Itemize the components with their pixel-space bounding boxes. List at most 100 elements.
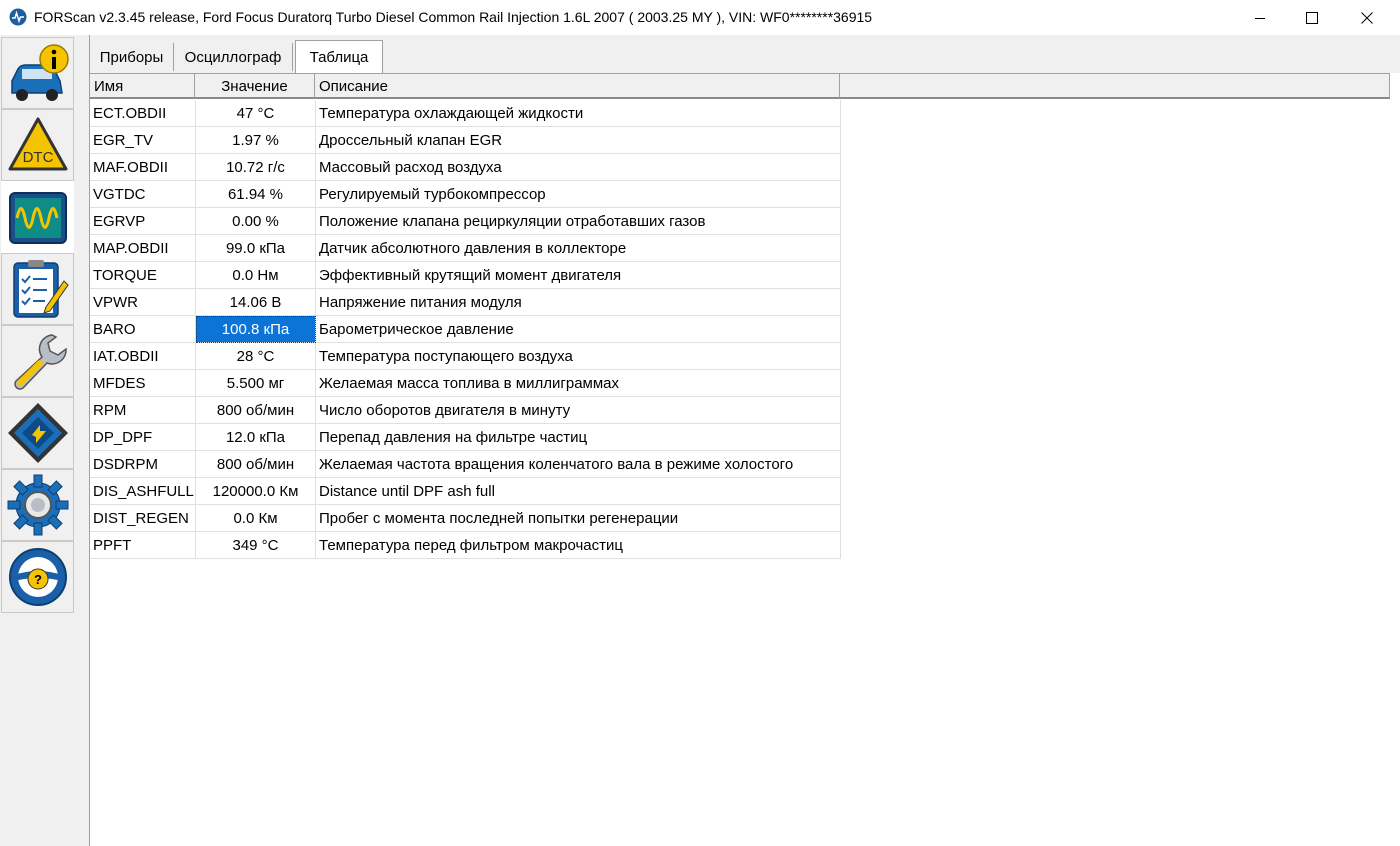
cell-value[interactable]: 349 °C <box>196 532 316 559</box>
cell-name[interactable]: MFDES <box>90 370 196 397</box>
cell-name[interactable]: ECT.OBDII <box>90 100 196 127</box>
cell-name[interactable]: MAP.OBDII <box>90 235 196 262</box>
cell-value[interactable]: 47 °C <box>196 100 316 127</box>
cell-description[interactable]: Барометрическое давление <box>316 316 841 343</box>
tab-oscilloscope[interactable]: Осциллограф <box>174 43 293 71</box>
cell-description[interactable]: Distance until DPF ash full <box>316 478 841 505</box>
table-row[interactable]: DP_DPF 12.0 кПа Перепад давления на фильтр… <box>90 424 841 451</box>
cell-value[interactable]: 800 об/мин <box>196 451 316 478</box>
cell-value[interactable]: 800 об/мин <box>196 397 316 424</box>
close-button[interactable] <box>1344 0 1390 35</box>
cell-description[interactable]: Пробег с момента последней попытки реген… <box>316 505 841 532</box>
cell-name[interactable]: DIS_ASHFULL <box>90 478 196 505</box>
cell-name[interactable]: BARO <box>90 316 196 343</box>
cell-description[interactable]: Дроссельный клапан EGR <box>316 127 841 154</box>
cell-name[interactable]: TORQUE <box>90 262 196 289</box>
oscilloscope-icon <box>8 192 67 244</box>
table-row[interactable]: MFDES 5.500 мг Желаемая масса топлива в ми… <box>90 370 841 397</box>
cell-name[interactable]: EGRVP <box>90 208 196 235</box>
cell-value[interactable]: 120000.0 Км <box>196 478 316 505</box>
cell-name[interactable]: EGR_TV <box>90 127 196 154</box>
cell-name[interactable]: RPM <box>90 397 196 424</box>
sidebar-item-configuration[interactable] <box>1 397 74 469</box>
column-header-description[interactable]: Описание <box>315 74 840 98</box>
cell-name[interactable]: MAF.OBDII <box>90 154 196 181</box>
cell-value[interactable]: 1.97 % <box>196 127 316 154</box>
cell-value[interactable]: 28 °C <box>196 343 316 370</box>
cell-value[interactable]: 5.500 мг <box>196 370 316 397</box>
close-icon <box>1361 11 1373 24</box>
sidebar-item-tests[interactable] <box>1 253 74 325</box>
column-header-filler <box>840 74 1390 98</box>
cell-value[interactable]: 0.0 Км <box>196 505 316 532</box>
column-header-name[interactable]: Имя <box>90 74 195 98</box>
cell-name[interactable]: PPFT <box>90 532 196 559</box>
table-row[interactable]: TORQUE 0.0 Нм Эффективный крутящий момент … <box>90 262 841 289</box>
gear-icon <box>7 474 68 536</box>
cell-name[interactable]: VPWR <box>90 289 196 316</box>
tab-table[interactable]: Таблица <box>295 40 383 73</box>
tab-bar: Приборы Осциллограф Таблица <box>90 35 1400 73</box>
table-row[interactable]: RPM 800 об/мин Число оборотов двигателя в … <box>90 397 841 424</box>
cell-description[interactable]: Массовый расход воздуха <box>316 154 841 181</box>
main-toolbar: DTC ? <box>0 35 90 846</box>
table-row[interactable]: MAF.OBDII 10.72 г/с Массовый расход воздух… <box>90 154 841 181</box>
sidebar-item-service[interactable] <box>1 325 74 397</box>
cell-description[interactable]: Температура перед фильтром макрочастиц <box>316 532 841 559</box>
cell-description[interactable]: Перепад давления на фильтре частиц <box>316 424 841 451</box>
table-row[interactable]: ECT.OBDII 47 °C Температура охлаждающей жи… <box>90 100 841 127</box>
table-row[interactable]: DIST_REGEN 0.0 Км Пробег с момента последн… <box>90 505 841 532</box>
minimize-button[interactable] <box>1237 0 1283 35</box>
table-header: Имя Значение Описание <box>90 73 1390 99</box>
maximize-button[interactable] <box>1289 0 1335 35</box>
cell-description[interactable]: Эффективный крутящий момент двигателя <box>316 262 841 289</box>
cell-value[interactable]: 0.0 Нм <box>196 262 316 289</box>
forscan-app-icon <box>9 8 27 26</box>
minimize-icon <box>1255 17 1265 19</box>
cell-value[interactable]: 100.8 кПа <box>196 316 316 343</box>
cell-value[interactable]: 12.0 кПа <box>196 424 316 451</box>
table-row[interactable]: MAP.OBDII 99.0 кПа Датчик абсолютного давл… <box>90 235 841 262</box>
cell-description[interactable]: Напряжение питания модуля <box>316 289 841 316</box>
table-row[interactable]: BARO 100.8 кПа Барометрическое давление <box>90 316 841 343</box>
cell-name[interactable]: DP_DPF <box>90 424 196 451</box>
cell-description[interactable]: Температура охлаждающей жидкости <box>316 100 841 127</box>
sidebar-item-vehicle-info[interactable] <box>1 37 74 109</box>
table-row[interactable]: DIS_ASHFULL 120000.0 Км Distance until DPF… <box>90 478 841 505</box>
sidebar-item-help[interactable]: ? <box>1 541 74 613</box>
cell-description[interactable]: Положение клапана рециркуляции отработав… <box>316 208 841 235</box>
cell-value[interactable]: 10.72 г/с <box>196 154 316 181</box>
cell-description[interactable]: Регулируемый турбокомпрессор <box>316 181 841 208</box>
svg-text:DTC: DTC <box>22 149 53 166</box>
cell-name[interactable]: VGTDC <box>90 181 196 208</box>
column-header-value[interactable]: Значение <box>195 74 315 98</box>
table-row[interactable]: DSDRPM 800 об/мин Желаемая частота вращени… <box>90 451 841 478</box>
cell-description[interactable]: Число оборотов двигателя в минуту <box>316 397 841 424</box>
table-row[interactable]: PPFT 349 °C Температура перед фильтром мак… <box>90 532 841 559</box>
maximize-icon <box>1306 11 1318 24</box>
cell-value[interactable]: 14.06 В <box>196 289 316 316</box>
cell-description[interactable]: Датчик абсолютного давления в коллекторе <box>316 235 841 262</box>
cell-value[interactable]: 61.94 % <box>196 181 316 208</box>
sidebar-item-dtc[interactable]: DTC <box>1 109 74 181</box>
wrench-icon <box>13 334 67 390</box>
cell-name[interactable]: DSDRPM <box>90 451 196 478</box>
title-bar[interactable]: FORScan v2.3.45 release, Ford Focus Dura… <box>0 0 1400 35</box>
cell-name[interactable]: IAT.OBDII <box>90 343 196 370</box>
car-info-icon <box>10 44 69 101</box>
cell-description[interactable]: Температура поступающего воздуха <box>316 343 841 370</box>
cell-description[interactable]: Желаемая частота вращения коленчатого ва… <box>316 451 841 478</box>
table-row[interactable]: VGTDC 61.94 % Регулируемый турбокомпрессор <box>90 181 841 208</box>
tab-instruments[interactable]: Приборы <box>90 43 174 71</box>
sidebar-item-settings[interactable] <box>1 469 74 541</box>
sidebar-item-oscilloscope[interactable] <box>1 181 74 253</box>
cell-value[interactable]: 0.00 % <box>196 208 316 235</box>
table-row[interactable]: EGR_TV 1.97 % Дроссельный клапан EGR <box>90 127 841 154</box>
cell-description[interactable]: Желаемая масса топлива в миллиграммах <box>316 370 841 397</box>
cell-name[interactable]: DIST_REGEN <box>90 505 196 532</box>
cell-value[interactable]: 99.0 кПа <box>196 235 316 262</box>
steering-help-icon: ? <box>8 548 67 606</box>
table-row[interactable]: VPWR 14.06 В Напряжение питания модуля <box>90 289 841 316</box>
table-row[interactable]: EGRVP 0.00 % Положение клапана рециркуляци… <box>90 208 841 235</box>
table-row[interactable]: IAT.OBDII 28 °C Температура поступающего в… <box>90 343 841 370</box>
